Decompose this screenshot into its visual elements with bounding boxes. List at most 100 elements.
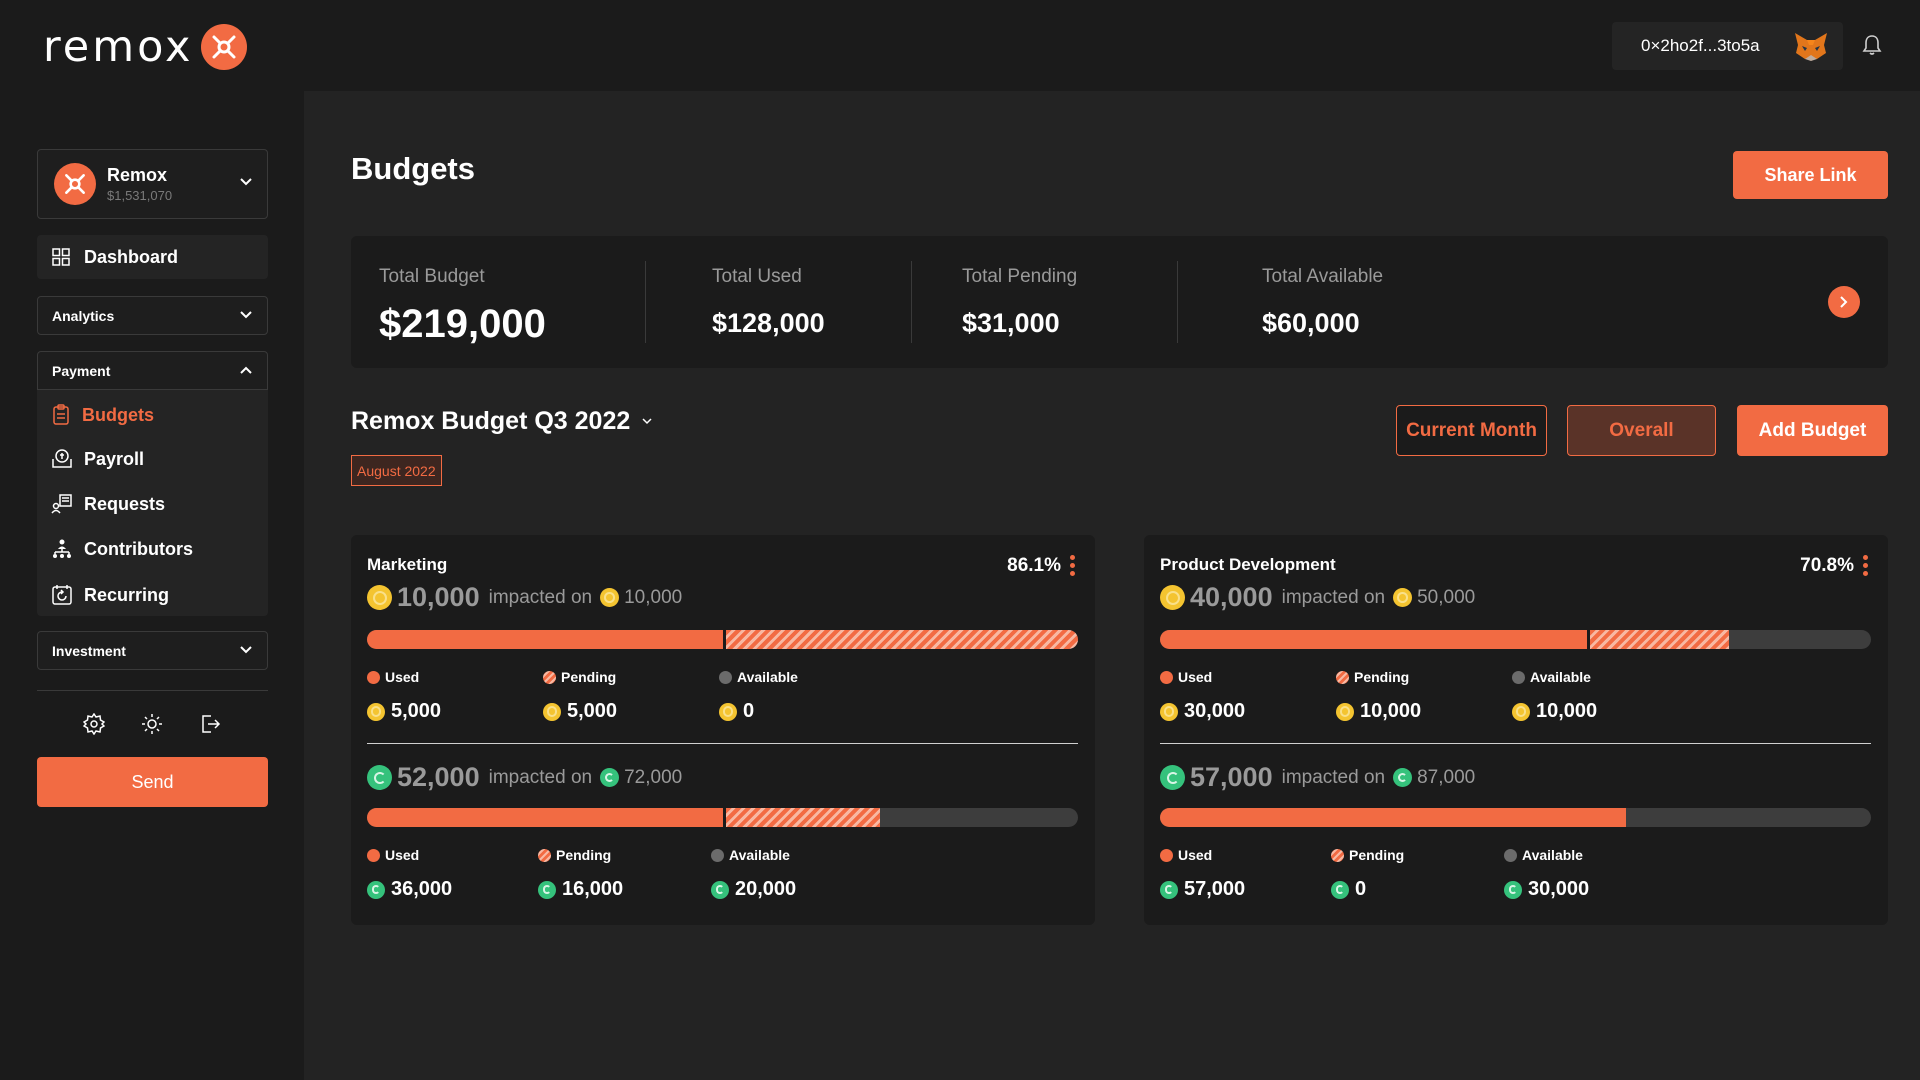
impacted-label: impacted on — [488, 766, 593, 788]
total-value: $128,000 — [712, 308, 825, 338]
overall-button[interactable]: Overall — [1567, 405, 1716, 456]
used-dot-icon — [1160, 670, 1173, 684]
dashboard-icon — [52, 248, 70, 266]
progress-bar — [367, 808, 1078, 827]
budget-selector[interactable]: Remox Budget Q3 2022 — [351, 407, 652, 436]
row-header: 57,000 impacted on 87,000 — [1160, 762, 1475, 793]
bar-pending-segment — [722, 808, 881, 827]
stat-value: 36,000 — [391, 878, 453, 900]
stat-available: Available 0 — [719, 669, 798, 723]
total-label: Total Available — [1262, 266, 1384, 287]
stat-pending: Pending 16,000 — [538, 847, 623, 901]
green-coin-icon — [1504, 880, 1522, 899]
organization-selector[interactable]: Remox $1,531,070 — [37, 149, 268, 219]
add-budget-button[interactable]: Add Budget — [1737, 405, 1888, 456]
sidebar-item-requests[interactable]: Requests — [51, 493, 165, 515]
stat-pending: Pending 10,000 — [1336, 669, 1421, 723]
row-amount: 57,000 — [1190, 762, 1273, 792]
impacted-amount: 50,000 — [1417, 586, 1476, 608]
sidebar-divider — [37, 690, 268, 691]
current-month-button[interactable]: Current Month — [1396, 405, 1547, 456]
row-amount: 40,000 — [1190, 582, 1273, 612]
bar-used-segment — [1160, 808, 1626, 827]
settings-gear-icon[interactable] — [83, 713, 105, 735]
green-coin-icon — [367, 765, 392, 790]
stat-value: 0 — [1355, 878, 1367, 900]
stat-value: 16,000 — [562, 878, 624, 900]
available-dot-icon — [1512, 670, 1525, 684]
green-coin-icon — [367, 880, 385, 899]
total-pending: Total Pending $31,000 — [962, 266, 1077, 339]
row-amount: 10,000 — [397, 582, 480, 612]
total-value: $219,000 — [379, 302, 546, 346]
sidebar-item-label: Payroll — [84, 448, 145, 469]
bar-used-segment — [1160, 630, 1587, 649]
total-budget: Total Budget $219,000 — [379, 266, 546, 347]
wallet-address: 0×2ho2f...3to5a — [1641, 36, 1760, 55]
sidebar-item-contributors[interactable]: Contributors — [51, 538, 193, 560]
gold-coin-icon — [600, 588, 620, 607]
used-dot-icon — [367, 848, 380, 862]
impacted-amount: 72,000 — [624, 766, 683, 788]
more-options-icon[interactable] — [1863, 555, 1868, 579]
sidebar-item-payroll[interactable]: Payroll — [51, 448, 144, 470]
chevron-down-icon — [642, 418, 652, 425]
logout-icon[interactable] — [199, 713, 221, 735]
theme-sun-icon[interactable] — [141, 713, 163, 735]
stat-pending: Pending 5,000 — [543, 669, 617, 723]
main-content: Budgets Share Link Total Budget $219,000… — [304, 91, 1920, 1080]
green-coin-icon — [1160, 880, 1178, 899]
stat-label: Available — [729, 847, 790, 863]
divider — [1177, 261, 1178, 343]
metamask-fox-icon — [1795, 33, 1827, 61]
green-coin-icon — [711, 880, 729, 899]
bar-pending-segment — [1586, 630, 1729, 649]
recurring-icon — [52, 585, 72, 605]
top-bar: remox 0×2ho2f...3to5a — [0, 0, 1920, 91]
sidebar-item-label: Recurring — [84, 584, 170, 605]
wallet-address-button[interactable]: 0×2ho2f...3to5a — [1612, 22, 1843, 70]
sidebar-item-recurring[interactable]: Recurring — [51, 584, 169, 606]
stat-value: 57,000 — [1184, 878, 1246, 900]
divider — [911, 261, 912, 343]
chevron-down-icon — [240, 178, 252, 186]
contributors-icon — [53, 539, 71, 558]
pending-dot-icon — [543, 670, 556, 684]
send-button[interactable]: Send — [37, 757, 268, 807]
impacted-label: impacted on — [488, 586, 593, 608]
next-arrow-button[interactable] — [1828, 286, 1860, 318]
more-options-icon[interactable] — [1070, 555, 1075, 579]
stat-label: Used — [1178, 847, 1213, 863]
remox-logo[interactable]: remox — [43, 22, 247, 72]
stat-used: Used 36,000 — [367, 847, 452, 901]
progress-bar — [1160, 808, 1871, 827]
budget-card-marketing: Marketing 86.1% 10,000 impacted on 10,00… — [351, 535, 1095, 925]
total-value: $60,000 — [1262, 308, 1360, 338]
card-title: Marketing — [367, 555, 448, 574]
gold-coin-icon — [1160, 702, 1178, 721]
share-link-button[interactable]: Share Link — [1733, 151, 1888, 199]
org-balance: $1,531,070 — [107, 188, 173, 203]
stat-label: Available — [1530, 669, 1591, 685]
notification-bell-icon[interactable] — [1862, 34, 1882, 56]
sidebar-group-analytics[interactable]: Analytics — [37, 296, 268, 335]
available-dot-icon — [1504, 848, 1517, 862]
bar-used-segment — [367, 808, 723, 827]
sidebar-group-label: Investment — [52, 642, 126, 659]
sidebar-group-investment[interactable]: Investment — [37, 631, 268, 670]
sidebar-item-budgets[interactable]: Budgets — [51, 404, 154, 426]
stat-value: 30,000 — [1528, 878, 1590, 900]
sidebar-group-payment[interactable]: Payment — [37, 351, 268, 390]
impacted-amount: 87,000 — [1417, 766, 1476, 788]
row-amount: 52,000 — [397, 762, 480, 792]
sidebar-item-label: Dashboard — [84, 246, 179, 267]
sidebar-item-dashboard[interactable]: Dashboard — [37, 235, 268, 279]
card-percent: 70.8% — [1800, 555, 1854, 576]
gold-coin-icon — [1336, 702, 1354, 721]
progress-bar — [367, 630, 1078, 649]
gold-coin-icon — [367, 702, 385, 721]
page-title: Budgets — [351, 151, 475, 186]
logo-text: remox — [43, 22, 194, 72]
total-label: Total Budget — [379, 266, 485, 287]
card-divider — [367, 743, 1078, 744]
